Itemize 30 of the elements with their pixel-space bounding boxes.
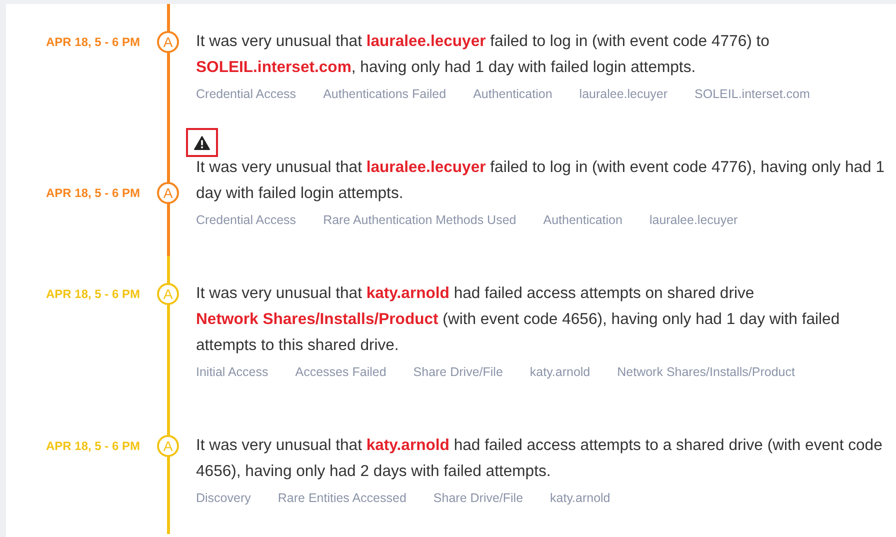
event-time: APR 18, 5 - 6 PM bbox=[44, 185, 140, 202]
event-time: APR 18, 5 - 6 PM bbox=[44, 286, 140, 303]
event-tag[interactable]: Network Shares/Installs/Product bbox=[617, 361, 795, 383]
event-tag[interactable]: katy.arnold bbox=[530, 361, 590, 383]
event-time: APR 18, 5 - 6 PM bbox=[44, 438, 140, 455]
event-tag[interactable]: SOLEIL.interset.com bbox=[694, 83, 810, 105]
event-tag[interactable]: Share Drive/File bbox=[413, 361, 503, 383]
event-badge: A bbox=[157, 182, 179, 204]
event-tag[interactable]: Credential Access bbox=[196, 83, 296, 105]
event-badge: A bbox=[157, 435, 179, 457]
event-tag[interactable]: Share Drive/File bbox=[433, 487, 524, 509]
event-badge: A bbox=[157, 31, 179, 53]
event-description: It was very unusual that lauralee.lecuyer failed to log in (with event code 4776) to SOLEIL.interset.com, having only had 1 day with failed login attempts. bbox=[196, 32, 770, 78]
event-tag[interactable]: Authentications Failed bbox=[323, 83, 446, 105]
event-tag[interactable]: lauralee.lecuyer bbox=[579, 83, 668, 105]
event-description: It was very unusual that katy.arnold had failed access attempts on shared drive Network Shares/Installs/Product (with event code 4656), having only had 1 day with failed attempts to this shared drive. bbox=[196, 284, 841, 356]
event-tag[interactable]: lauralee.lecuyer bbox=[649, 209, 738, 231]
event-tag[interactable]: Discovery bbox=[196, 487, 251, 509]
event-tag[interactable]: Authentication bbox=[473, 83, 552, 105]
event-time: APR 18, 5 - 6 PM bbox=[44, 34, 140, 51]
event-tag[interactable]: Initial Access bbox=[196, 361, 268, 383]
event-description: It was very unusual that katy.arnold had failed access attempts to a shared drive (with event code 4656), having only had 2 days with failed attempts. bbox=[196, 436, 884, 482]
event-tag[interactable]: katy.arnold bbox=[550, 487, 610, 509]
event-tag[interactable]: Credential Access bbox=[196, 209, 296, 231]
event-tag[interactable]: Accesses Failed bbox=[295, 361, 386, 383]
event-badge: A bbox=[157, 283, 179, 305]
event-description: It was very unusual that lauralee.lecuyer failed to log in (with event code 4776), having only had 1 day with failed login attempts. bbox=[196, 158, 886, 204]
event-tag[interactable]: Rare Entities Accessed bbox=[278, 487, 406, 509]
event-tag[interactable]: Rare Authentication Methods Used bbox=[323, 209, 516, 231]
event-tag[interactable]: Authentication bbox=[543, 209, 622, 231]
